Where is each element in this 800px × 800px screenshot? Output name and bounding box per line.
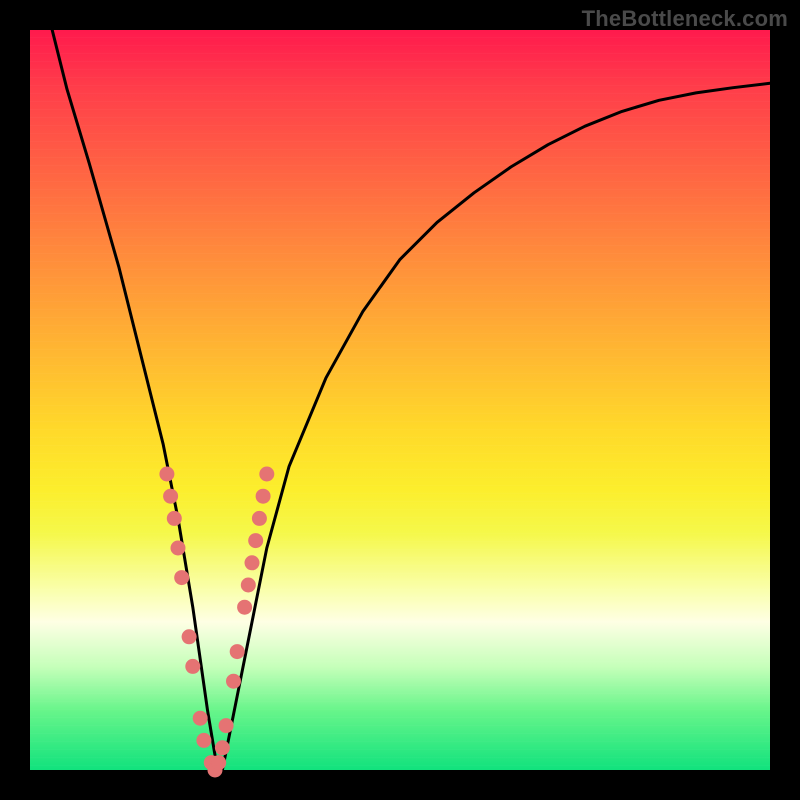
watermark-text: TheBottleneck.com (582, 6, 788, 32)
highlight-dots (159, 467, 274, 778)
highlight-dot (185, 659, 200, 674)
highlight-dot (226, 674, 241, 689)
highlight-dot (159, 467, 174, 482)
highlight-dot (237, 600, 252, 615)
curve-layer (30, 30, 770, 770)
highlight-dot (219, 718, 234, 733)
chart-frame: TheBottleneck.com (0, 0, 800, 800)
highlight-dot (256, 489, 271, 504)
highlight-dot (193, 711, 208, 726)
highlight-dot (248, 533, 263, 548)
highlight-dot (174, 570, 189, 585)
highlight-dot (171, 541, 186, 556)
highlight-dot (230, 644, 245, 659)
plot-area (30, 30, 770, 770)
highlight-dot (259, 467, 274, 482)
highlight-dot (196, 733, 211, 748)
highlight-dot (163, 489, 178, 504)
highlight-dot (167, 511, 182, 526)
highlight-dot (245, 555, 260, 570)
highlight-dot (252, 511, 267, 526)
highlight-dot (215, 740, 230, 755)
highlight-dot (241, 578, 256, 593)
bottleneck-curve (52, 30, 770, 770)
highlight-dot (182, 629, 197, 644)
bottleneck-curve-path (52, 30, 770, 770)
highlight-dot (211, 755, 226, 770)
